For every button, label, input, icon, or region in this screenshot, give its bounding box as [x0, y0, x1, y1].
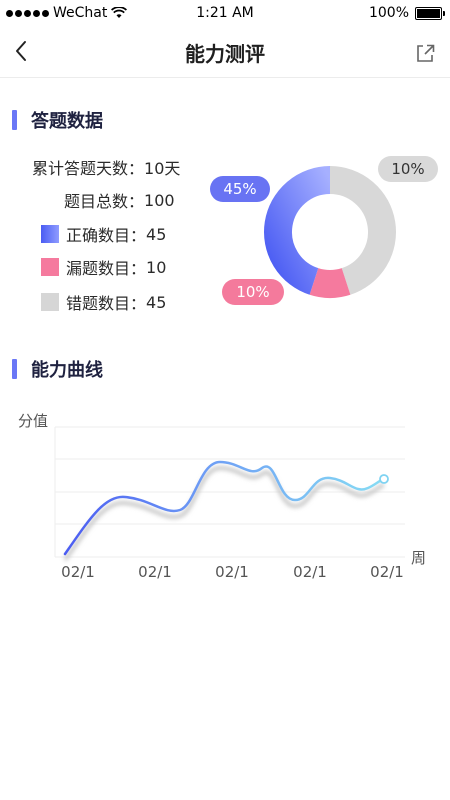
section-header-answer-data: 答题数据	[12, 107, 103, 133]
donut-label-correct: 45%	[210, 176, 270, 202]
x-tick-label: 02/1	[61, 563, 95, 581]
navigation-bar: 能力测评	[0, 26, 450, 78]
battery-icon	[415, 6, 445, 20]
section-accent-bar	[12, 110, 17, 130]
stat-wrong: 错题数目： 45	[41, 290, 166, 314]
donut-segment-correct	[264, 166, 331, 295]
stat-value: 10天	[144, 159, 181, 178]
stat-value: 100	[144, 190, 175, 210]
section-title: 答题数据	[31, 111, 103, 132]
page-title: 能力测评	[185, 42, 265, 66]
legend-swatch-wrong	[41, 293, 59, 311]
x-tick-label: 02/1	[215, 563, 249, 581]
stat-missed: 漏题数目： 10	[41, 255, 166, 279]
share-icon[interactable]	[414, 42, 436, 64]
section-accent-bar	[12, 359, 17, 379]
section-header-ability-curve: 能力曲线	[12, 356, 103, 382]
stat-label: 错题数目：	[66, 294, 147, 313]
donut-segment-wrong	[329, 166, 396, 295]
section-title: 能力曲线	[31, 360, 103, 381]
stat-label: 题目总数：	[64, 192, 145, 211]
series-line	[63, 460, 386, 556]
stat-value: 10	[146, 257, 167, 277]
donut-label-missed: 10%	[222, 279, 284, 305]
donut-segment-missed	[309, 267, 351, 298]
legend-swatch-correct	[41, 225, 59, 243]
x-tick-label: 02/1	[370, 563, 404, 581]
stat-total-days: 累计答题天数： 10天	[32, 155, 180, 179]
status-bar-right: 100%	[368, 5, 445, 21]
battery-percent: 100%	[368, 5, 409, 21]
status-bar: WeChat 1:21 AM 100%	[0, 0, 450, 26]
stat-value: 45	[146, 292, 167, 312]
stat-correct: 正确数目： 45	[41, 222, 166, 246]
x-tick-label: 02/1	[293, 563, 327, 581]
legend-swatch-missed	[41, 258, 59, 276]
stat-label: 累计答题天数：	[32, 159, 145, 178]
x-tick-label: 02/1	[138, 563, 172, 581]
stat-label: 漏题数目：	[66, 259, 147, 278]
series-end-point	[379, 474, 389, 484]
stat-label: 正确数目：	[66, 226, 147, 245]
answer-donut-chart	[264, 166, 396, 298]
stat-value: 45	[146, 224, 167, 244]
series-line-shadow	[63, 465, 385, 562]
stat-total-questions: 题目总数： 100	[64, 188, 175, 212]
donut-label-wrong: 10%	[378, 156, 438, 182]
